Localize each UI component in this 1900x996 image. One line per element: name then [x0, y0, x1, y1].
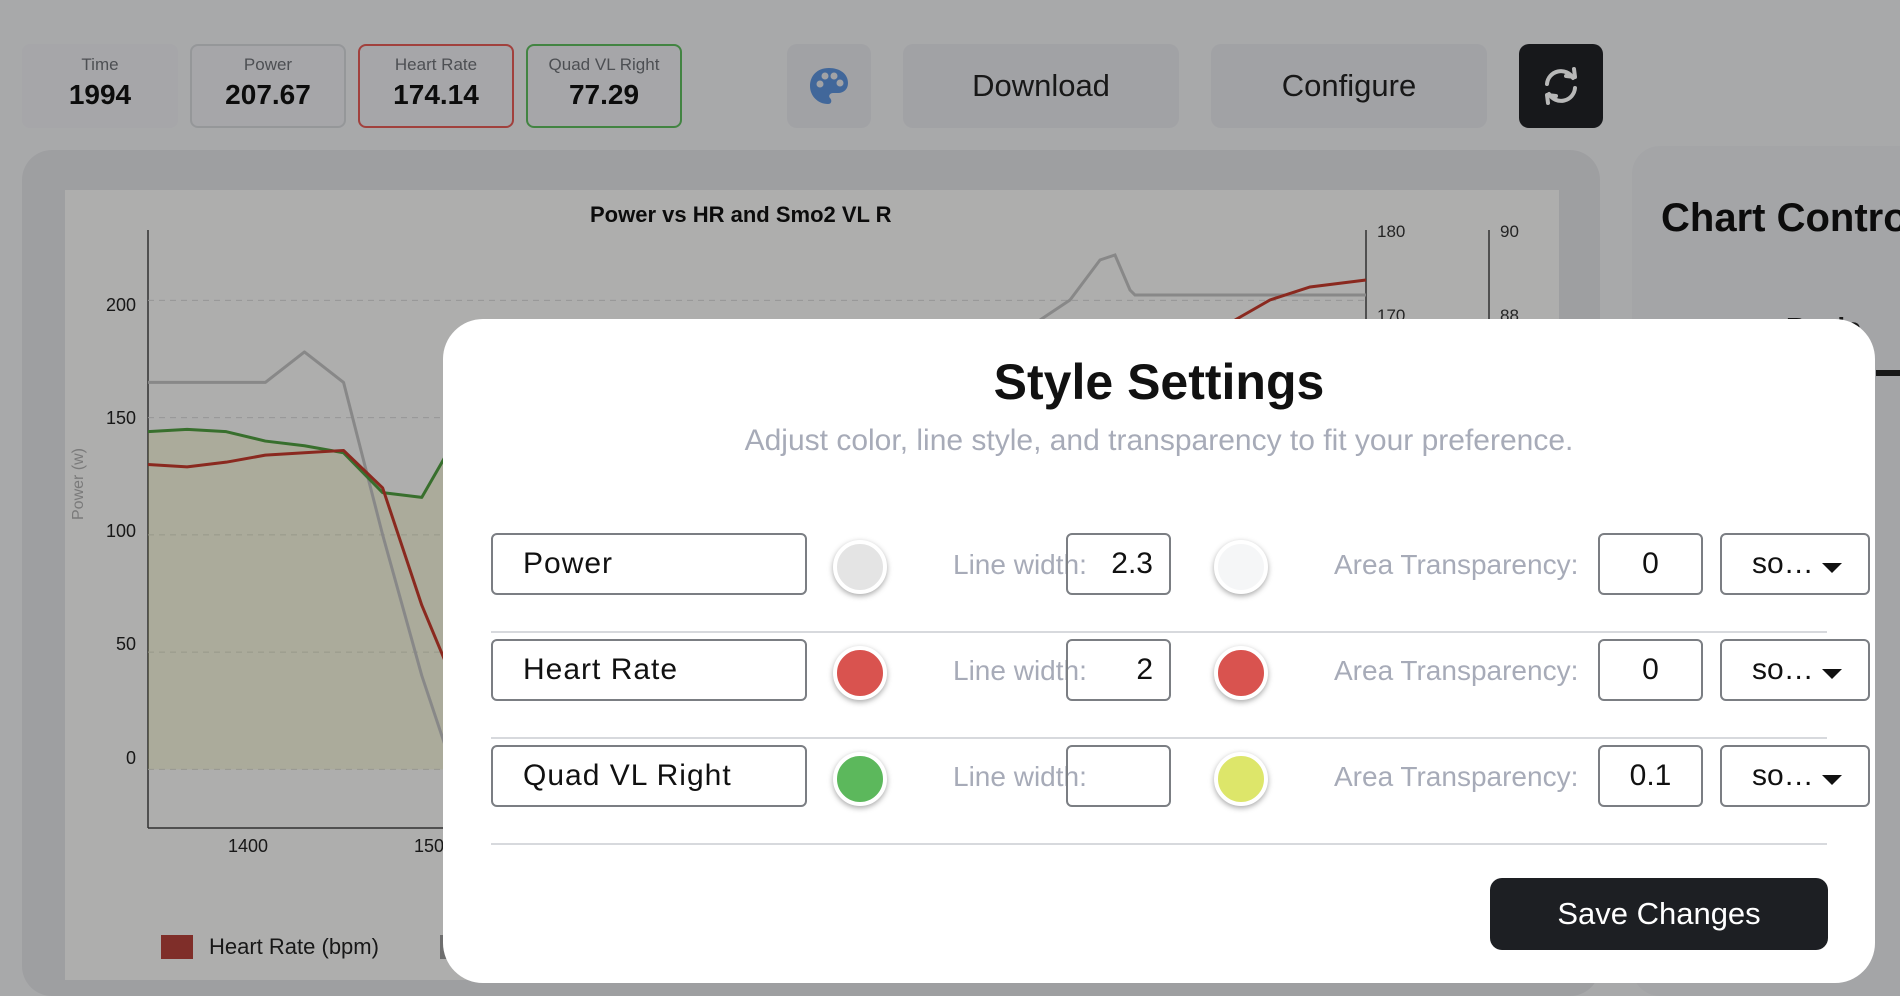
area-transparency-input[interactable]: 0.1	[1598, 745, 1703, 807]
line-style-select[interactable]: so…	[1720, 639, 1870, 701]
caret-down-icon	[1822, 669, 1842, 679]
modal-subtitle: Adjust color, line style, and transparen…	[744, 424, 1574, 457]
line-style-value: so…	[1752, 547, 1814, 580]
line-width-input[interactable]: 2	[1066, 639, 1171, 701]
series-name-input[interactable]: Power	[491, 533, 807, 595]
style-settings-modal: Style Settings Adjust color, line style,…	[443, 319, 1875, 983]
series-style-row-heart-rate: Heart Rate Line width: 2 Area Transparen…	[491, 631, 1870, 739]
series-name-input[interactable]: Quad VL Right	[491, 745, 807, 807]
area-transparency-input[interactable]: 0	[1598, 533, 1703, 595]
area-transparency-input[interactable]: 0	[1598, 639, 1703, 701]
line-color-picker[interactable]	[833, 646, 887, 700]
area-color-picker[interactable]	[1214, 540, 1268, 594]
area-color-picker[interactable]	[1214, 752, 1268, 806]
save-changes-button[interactable]: Save Changes	[1490, 878, 1828, 950]
line-style-select[interactable]: so…	[1720, 745, 1870, 807]
area-transparency-label: Area Transparency:	[1334, 761, 1579, 792]
line-style-value: so…	[1752, 759, 1814, 792]
area-transparency-label: Area Transparency:	[1334, 655, 1579, 686]
series-style-row-quad-vl-right: Quad VL Right Line width: Area Transpare…	[491, 737, 1870, 845]
series-name-input[interactable]: Heart Rate	[491, 639, 807, 701]
line-width-input[interactable]	[1066, 745, 1171, 807]
series-style-row-power: Power Line width: 2.3 Area Transparency:…	[491, 525, 1870, 633]
line-color-picker[interactable]	[833, 752, 887, 806]
modal-title: Style Settings	[993, 354, 1325, 410]
area-color-picker[interactable]	[1214, 646, 1268, 700]
caret-down-icon	[1822, 563, 1842, 573]
line-style-select[interactable]: so…	[1720, 533, 1870, 595]
line-width-input[interactable]: 2.3	[1066, 533, 1171, 595]
line-style-value: so…	[1752, 653, 1814, 686]
caret-down-icon	[1822, 775, 1842, 785]
line-color-picker[interactable]	[833, 540, 887, 594]
area-transparency-label: Area Transparency:	[1334, 549, 1579, 580]
